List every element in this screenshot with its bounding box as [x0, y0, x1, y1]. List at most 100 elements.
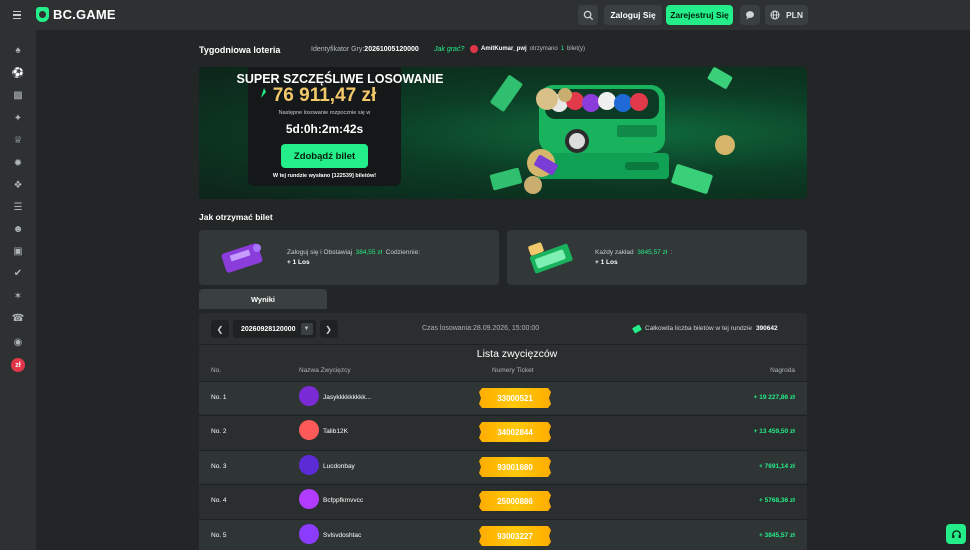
- lottery-icon[interactable]: ▩: [11, 88, 25, 102]
- avatar: [299, 386, 319, 406]
- game-id: Identyfikator Gry:20261005120000: [311, 46, 419, 53]
- table-row: No. 3 Lucdonbay 93001680 + 7691,14 zł: [199, 450, 807, 483]
- login-bet-amount: 384,55 zł: [355, 249, 383, 256]
- draw-time: Czas losowania:28.09.2026, 15:00:00: [422, 325, 540, 332]
- ticket-icon: [632, 323, 642, 334]
- row-number: No. 2: [211, 428, 227, 435]
- prize-amount: + 5768,36 zł: [759, 497, 795, 504]
- table-row: No. 2 Talib12K 34002844 + 13 459,50 zł: [199, 415, 807, 448]
- how-to-get-heading: Jak otrzymać bilet: [199, 212, 273, 222]
- table-row: No. 4 Bcfppfkmvvcc 25000886 + 5768,36 zł: [199, 484, 807, 517]
- round-select[interactable]: 20260928120000 ▼: [233, 320, 316, 338]
- forum-icon[interactable]: ▣: [11, 244, 25, 258]
- ticket-number: 93003227: [479, 526, 551, 546]
- sponsorship-icon[interactable]: ✶: [11, 289, 25, 303]
- menu-toggle-icon[interactable]: [8, 6, 26, 24]
- login-button[interactable]: Zaloguj Się: [604, 5, 662, 25]
- avatar: [299, 455, 319, 475]
- winner-name: Talib12K: [323, 428, 348, 435]
- sports-icon[interactable]: ⚽: [11, 66, 25, 80]
- row-number: No. 5: [211, 532, 227, 539]
- vip-club-icon[interactable]: ♕: [11, 133, 25, 147]
- leaderboard-icon[interactable]: ☰: [11, 200, 25, 214]
- casino-icon[interactable]: ♠: [11, 43, 25, 57]
- promotions-icon[interactable]: ✦: [11, 111, 25, 125]
- login-bet-text: Zaloguj się i Obstawiaj 384,55 zł Codzie…: [287, 248, 420, 268]
- top-bar: BC.GAME Zaloguj Się Zarejestruj Się PLN: [0, 0, 970, 30]
- chevron-right-icon: ❯: [325, 324, 332, 334]
- every-bet-text-b: :: [670, 249, 673, 256]
- column-header-no: No.: [211, 367, 222, 374]
- winner-name: Jasykkkkkkkkk...: [323, 394, 372, 401]
- ticker-user: AmitKumar_pwj: [481, 46, 527, 52]
- results-panel: ❮ 20260928120000 ▼ ❯ Czas losowania:28.0…: [199, 313, 807, 550]
- prev-round-button[interactable]: ❮: [211, 320, 229, 338]
- headset-icon: [951, 529, 961, 538]
- table-row: No. 1 Jasykkkkkkkkk... 33000521 + 19 227…: [199, 381, 807, 414]
- column-header-name: Nazwa Zwycięzcy: [299, 367, 351, 374]
- winners-list-title: Lista zwycięzców: [476, 348, 558, 360]
- tab-results[interactable]: Wyniki: [199, 289, 327, 309]
- jackpot-amount: 76 911,47 zł: [272, 85, 377, 106]
- row-number: No. 3: [211, 463, 227, 470]
- support-icon[interactable]: ☎: [11, 311, 25, 325]
- prize-amount: + 19 227,86 zł: [753, 394, 795, 401]
- bonus-icon[interactable]: ✹: [11, 156, 25, 170]
- how-to-play-link[interactable]: Jak grać?: [434, 46, 464, 53]
- total-tickets: Całkowita liczba biletów w tej rundzie 3…: [632, 323, 778, 334]
- ticket-number: 33000521: [479, 388, 551, 408]
- avatar: [299, 524, 319, 544]
- round-value: 20260928120000: [241, 325, 296, 333]
- avatar: [299, 420, 319, 440]
- language-currency-selector[interactable]: PLN: [765, 5, 808, 25]
- next-round-button[interactable]: ❯: [319, 320, 338, 338]
- every-bet-text-a: Każdy zakład: [595, 249, 634, 256]
- lottery-banner: SUPER SZCZĘŚLIWE LOSOWANIE 76 911,47 zł …: [199, 67, 807, 199]
- winner-name: Lucdonbay: [323, 463, 355, 470]
- provably-fair-icon[interactable]: ✔: [11, 266, 25, 280]
- column-header-prize: Nagroda: [770, 367, 795, 374]
- ticker-count: 1: [560, 46, 565, 52]
- winner-ticker: AmitKumar_pwj otrzymano 1 bilet(y): [470, 45, 585, 53]
- every-bet-reward: + 1 Los: [595, 259, 618, 266]
- ticket-number: 34002844: [479, 422, 551, 442]
- every-bet-amount: 3845,57 zł: [637, 249, 668, 256]
- logo-text: BC.GAME: [53, 7, 116, 22]
- row-number: No. 1: [211, 394, 227, 401]
- globe-icon: [770, 10, 780, 20]
- cash-ticket-icon: [528, 242, 573, 274]
- logo[interactable]: BC.GAME: [36, 7, 116, 22]
- search-icon: [583, 10, 593, 20]
- total-tickets-value: 390642: [755, 325, 778, 332]
- prize-amount: + 7691,14 zł: [759, 463, 795, 470]
- ticker-text-after: bilet(y): [567, 46, 586, 52]
- round-navigator: ❮ 20260928120000 ▼ ❯: [211, 320, 338, 338]
- ticker-avatar: [470, 45, 478, 53]
- every-bet-card: Każdy zakład 3845,57 zł : + 1 Los: [507, 230, 807, 285]
- flag-icon[interactable]: zł: [11, 358, 25, 372]
- ticket-number: 93001680: [479, 457, 551, 477]
- countdown-timer: 5d:0h:2m:42s: [285, 122, 364, 136]
- sidebar: ♠ ⚽ ▩ ✦ ♕ ✹ ❖ ☰ ☻ ▣ ✔ ✶ ☎ ◉ zł: [0, 30, 36, 550]
- winner-name: Bcfppfkmvvcc: [323, 497, 364, 504]
- next-draw-label: Następne losowanie rozpocznie się w: [278, 110, 371, 116]
- prize-amount: + 3845,57 zł: [759, 532, 795, 539]
- search-button[interactable]: [578, 5, 598, 25]
- gift-icon[interactable]: ❖: [11, 178, 25, 192]
- row-number: No. 4: [211, 497, 227, 504]
- game-id-label: Identyfikator Gry:: [311, 46, 365, 53]
- currency-label: PLN: [786, 10, 803, 20]
- login-bet-card: Zaloguj się i Obstawiaj 384,55 zł Codzie…: [199, 230, 499, 285]
- register-button[interactable]: Zarejestruj Się: [666, 5, 733, 25]
- prize-amount: + 13 459,50 zł: [753, 428, 795, 435]
- chat-button[interactable]: [740, 5, 760, 25]
- banner-title: SUPER SZCZĘŚLIWE LOSOWANIE: [236, 72, 444, 86]
- tickets-sent-info: W tej rundzie wysłano [122539] biletów!: [272, 173, 377, 179]
- table-row: No. 5 Svlsvdoshtac 93003227 + 3845,57 zł: [199, 519, 807, 550]
- language-icon[interactable]: ◉: [11, 335, 25, 349]
- chevron-left-icon: ❮: [216, 324, 224, 334]
- ticker-text-before: otrzymano: [529, 46, 558, 52]
- affiliate-icon[interactable]: ☻: [11, 222, 25, 236]
- get-ticket-button[interactable]: Zdobądź bilet: [281, 144, 368, 168]
- live-support-button[interactable]: [946, 524, 966, 544]
